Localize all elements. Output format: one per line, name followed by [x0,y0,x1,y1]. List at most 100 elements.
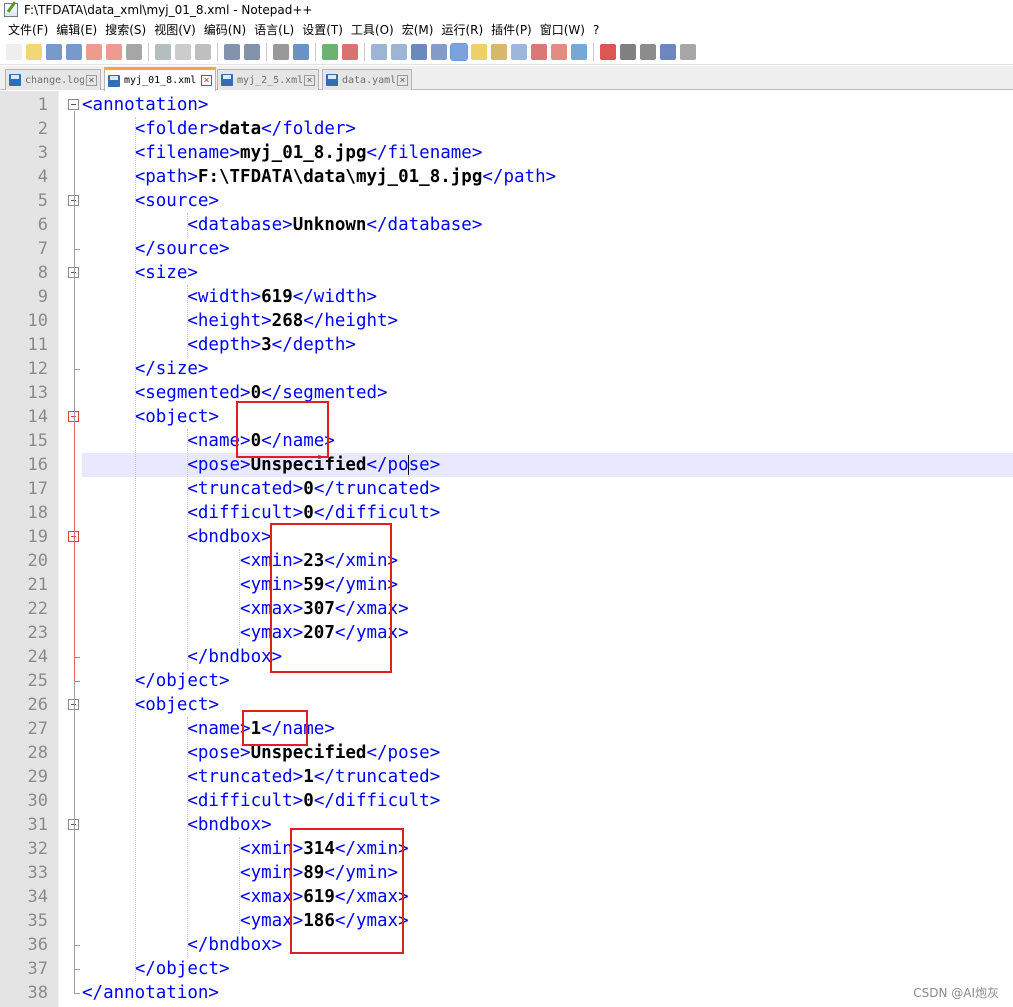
replace-icon[interactable] [293,43,309,60]
menu-item-6[interactable]: 设置(T) [300,21,349,38]
code-line[interactable]: 28 <pose>Unspecified</pose> [0,741,1013,765]
code-line[interactable]: 10 <height>268</height> [0,309,1013,333]
code-line[interactable]: 7 </source> [0,237,1013,261]
tab-close-icon[interactable]: × [397,74,408,86]
sync-vertical-icon[interactable] [371,43,387,60]
menu-item-9[interactable]: 运行(R) [439,21,489,38]
fold-toggle-icon[interactable] [68,99,79,110]
menu-item-1[interactable]: 编辑(E) [54,21,103,38]
code-line[interactable]: 15 <name>0</name> [0,429,1013,453]
sync-horizontal-icon[interactable] [391,43,407,60]
code-line[interactable]: 11 <depth>3</depth> [0,333,1013,357]
code-line[interactable]: 17 <truncated>0</truncated> [0,477,1013,501]
code-line[interactable]: 29 <truncated>1</truncated> [0,765,1013,789]
menu-item-4[interactable]: 编码(N) [202,21,252,38]
menu-item-10[interactable]: 插件(P) [489,21,538,38]
word-wrap-icon[interactable] [411,43,427,60]
play-macro-icon[interactable] [640,43,656,60]
menu-item-2[interactable]: 搜索(S) [103,21,152,38]
code-line[interactable]: 5 <source> [0,189,1013,213]
close-all-icon[interactable] [106,43,122,60]
code-line[interactable]: 25 </object> [0,669,1013,693]
tab-1[interactable]: myj_01_8.xml × [104,67,216,91]
menu-item-7[interactable]: 工具(O) [349,21,400,38]
code-line[interactable]: 37 </object> [0,957,1013,981]
save-icon[interactable] [46,43,62,60]
code-line[interactable]: 13 <segmented>0</segmented> [0,381,1013,405]
tab-3[interactable]: data.yaml × [322,69,412,90]
code-line[interactable]: 35 <ymax>186</ymax> [0,909,1013,933]
tab-2[interactable]: myj_2_5.xml × [217,69,319,90]
editor[interactable]: 1 <annotation> 2 <folder>data</folder> 3 <f… [0,91,1013,1007]
code-line[interactable]: 20 <xmin>23</xmin> [0,549,1013,573]
code-line[interactable]: 34 <xmax>619</xmax> [0,885,1013,909]
code-text: <pose>Unspecified</pose> [82,453,1013,477]
save-all-icon[interactable] [66,43,82,60]
code-line[interactable]: 33 <ymin>89</ymin> [0,861,1013,885]
code-line[interactable]: 14 <object> [0,405,1013,429]
close-icon[interactable] [86,43,102,60]
run-macro-multiple-icon[interactable] [660,43,676,60]
code-line[interactable]: 38 </annotation> [0,981,1013,1005]
code-line[interactable]: 2 <folder>data</folder> [0,117,1013,141]
code-line[interactable]: 30 <difficult>0</difficult> [0,789,1013,813]
tab-close-icon[interactable]: × [201,75,212,86]
code-text: <truncated>1</truncated> [82,765,1013,789]
record-macro-icon[interactable] [600,43,616,60]
print-icon[interactable] [126,43,142,60]
code-line[interactable]: 26 <object> [0,693,1013,717]
code-line[interactable]: 27 <name>1</name> [0,717,1013,741]
line-number: 2 [37,119,48,139]
open-file-icon[interactable] [26,43,42,60]
code-line[interactable]: 19 <bndbox> [0,525,1013,549]
indent-guide-icon[interactable] [450,42,468,61]
menu-item-0[interactable]: 文件(F) [6,21,54,38]
zoom-out-icon[interactable] [342,43,358,60]
redo-icon[interactable] [244,43,260,60]
code-line[interactable]: 18 <difficult>0</difficult> [0,501,1013,525]
code-line[interactable]: 6 <database>Unknown</database> [0,213,1013,237]
line-number: 1 [37,95,48,115]
function-list-icon[interactable] [531,43,547,60]
doc-list-icon[interactable] [511,43,527,60]
tab-close-icon[interactable]: × [304,74,315,86]
new-file-icon[interactable] [6,43,22,60]
code-line[interactable]: 21 <ymin>59</ymin> [0,573,1013,597]
xml-open-tag: </bndbox> [187,935,283,955]
code-line[interactable]: 16 <pose>Unspecified</pose> [0,453,1013,477]
folder-workspace-icon[interactable] [551,43,567,60]
stop-macro-icon[interactable] [620,43,636,60]
doc-map-icon[interactable] [491,43,507,60]
show-all-chars-icon[interactable] [431,43,447,60]
udl-icon[interactable] [471,43,487,60]
xml-open-tag: <difficult> [187,503,304,523]
code-line[interactable]: 31 <bndbox> [0,813,1013,837]
code-line[interactable]: 1 <annotation> [0,93,1013,117]
save-macro-icon[interactable] [680,43,696,60]
code-line[interactable]: 22 <xmax>307</xmax> [0,597,1013,621]
code-line[interactable]: 32 <xmin>314</xmin> [0,837,1013,861]
tab-0[interactable]: change.log × [5,69,101,90]
paste-icon[interactable] [195,43,211,60]
code-line[interactable]: 12 </size> [0,357,1013,381]
find-icon[interactable] [273,43,289,60]
monitor-icon[interactable] [571,43,587,60]
zoom-in-icon[interactable] [322,43,338,60]
tab-close-icon[interactable]: × [86,74,97,86]
code-line[interactable]: 3 <filename>myj_01_8.jpg</filename> [0,141,1013,165]
code-line[interactable]: 23 <ymax>207</ymax> [0,621,1013,645]
code-line[interactable]: 24 </bndbox> [0,645,1013,669]
menu-item-8[interactable]: 宏(M) [400,21,440,38]
undo-icon[interactable] [224,43,240,60]
line-number: 15 [27,431,48,451]
code-line[interactable]: 4 <path>F:\TFDATA\data\myj_01_8.jpg</pat… [0,165,1013,189]
code-line[interactable]: 8 <size> [0,261,1013,285]
cut-icon[interactable] [155,43,171,60]
code-line[interactable]: 36 </bndbox> [0,933,1013,957]
code-line[interactable]: 9 <width>619</width> [0,285,1013,309]
menu-item-11[interactable]: 窗口(W) [538,21,591,38]
menu-item-12[interactable]: ? [591,23,605,37]
menu-item-5[interactable]: 语言(L) [252,21,300,38]
copy-icon[interactable] [175,43,191,60]
menu-item-3[interactable]: 视图(V) [152,21,202,38]
